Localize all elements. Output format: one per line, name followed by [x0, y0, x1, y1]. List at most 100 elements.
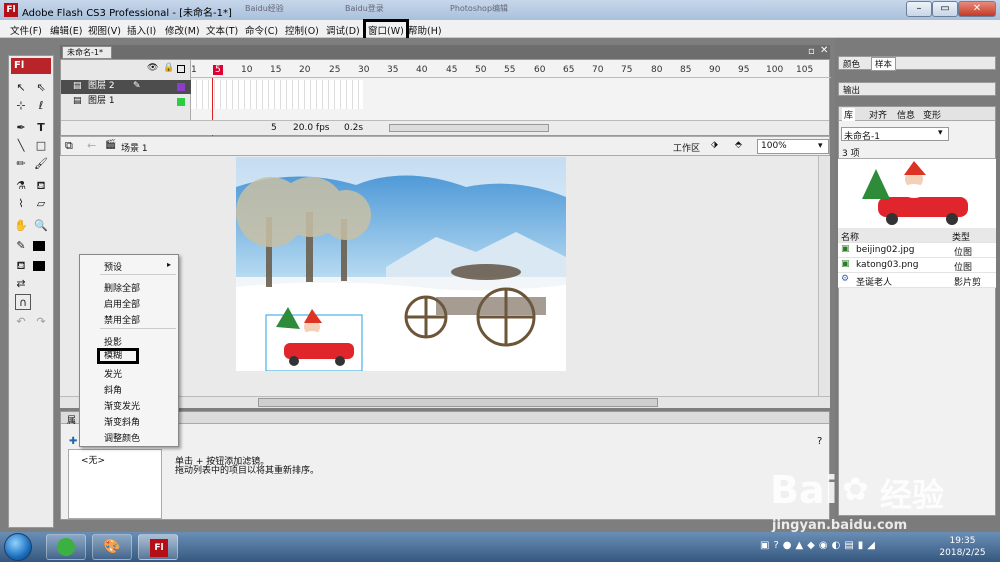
stroke-color-icon[interactable]: ✎: [13, 238, 29, 254]
subselection-tool-icon[interactable]: ⇖: [33, 80, 49, 96]
layer-2-color-icon[interactable]: [177, 83, 185, 91]
free-transform-icon[interactable]: ⊹: [13, 98, 29, 114]
menu-command[interactable]: 命令(C): [245, 23, 278, 37]
menu-control[interactable]: 控制(O): [285, 23, 319, 37]
paint-bucket-icon[interactable]: ⛾: [33, 178, 49, 194]
snap-magnet-icon[interactable]: ∩: [15, 294, 31, 310]
column-name[interactable]: 名称: [841, 230, 859, 243]
rectangle-tool-icon[interactable]: □: [33, 138, 49, 154]
stroke-swatch[interactable]: [33, 241, 45, 251]
menu-item-gradient-bevel[interactable]: 渐变斜角: [104, 415, 140, 428]
frame-grid[interactable]: [191, 80, 363, 109]
menu-file[interactable]: 文件(F): [10, 23, 42, 37]
menu-item-adjust-color[interactable]: 调整颜色: [104, 431, 140, 444]
fill-color-icon[interactable]: ⛾: [13, 258, 29, 274]
menu-item-blur[interactable]: 模糊: [97, 348, 139, 364]
menu-item-glow[interactable]: 发光: [104, 367, 122, 380]
menu-item-enable-all[interactable]: 启用全部: [104, 297, 140, 310]
brush-tool-icon[interactable]: 🖌: [33, 156, 49, 172]
zoom-select[interactable]: 100% ▾: [757, 139, 829, 154]
timeline-scrollbar[interactable]: [389, 124, 549, 132]
tab-library[interactable]: 库: [842, 108, 856, 121]
zoom-tool-icon[interactable]: 🔍: [33, 218, 49, 234]
ink-bottle-icon[interactable]: ⚗: [13, 178, 29, 194]
line-tool-icon[interactable]: ╲: [13, 138, 29, 154]
pencil-tool-icon[interactable]: ✏: [13, 156, 29, 172]
hand-tool-icon[interactable]: ✋: [13, 218, 29, 234]
menu-item-drop-shadow[interactable]: 投影: [104, 335, 122, 348]
workspace-dropdown[interactable]: 工作区: [673, 141, 700, 154]
menu-item-gradient-glow[interactable]: 渐变发光: [104, 399, 140, 412]
edit-scene-icon[interactable]: ⬘: [735, 140, 742, 150]
library-item[interactable]: ▣ beijing02.jpg 位图: [838, 243, 996, 258]
column-type[interactable]: 类型: [952, 230, 970, 243]
add-filter-icon[interactable]: ✚: [69, 436, 77, 447]
taskbar-browser-button[interactable]: [46, 534, 86, 560]
system-tray-icons[interactable]: ▣?●▲◆◉◐▤▮◢: [760, 540, 930, 554]
menu-modify[interactable]: 修改(M): [165, 23, 200, 37]
layer-1-color-icon[interactable]: [177, 98, 185, 106]
straighten-icon[interactable]: ↷: [33, 314, 49, 330]
restore-icon[interactable]: ▫: [808, 46, 815, 57]
clock[interactable]: 19:35 2018/2/25: [935, 535, 990, 559]
ruler-label: 45: [446, 65, 458, 75]
menu-view[interactable]: 视图(V): [88, 23, 121, 37]
tab-align[interactable]: 对齐: [869, 108, 887, 121]
scene-name[interactable]: 场景 1: [121, 141, 148, 154]
help-icon[interactable]: ?: [817, 436, 822, 447]
minimize-button[interactable]: –: [906, 1, 932, 17]
ruler-label: 85: [680, 65, 692, 75]
scroll-thumb[interactable]: [258, 398, 658, 407]
menu-text[interactable]: 文本(T): [206, 23, 238, 37]
eyedropper-icon[interactable]: ⌇: [13, 196, 29, 212]
vertical-scrollbar[interactable]: [818, 156, 830, 396]
outline-icon[interactable]: [177, 65, 185, 73]
library-preview: [838, 158, 996, 230]
eraser-tool-icon[interactable]: ▱: [33, 196, 49, 212]
library-document-select[interactable]: 未命名-1 ▾: [841, 127, 949, 142]
ruler-label: 60: [534, 65, 546, 75]
menu-help[interactable]: 帮助(H): [408, 23, 442, 37]
tab-transform[interactable]: 变形: [923, 108, 941, 121]
close-button[interactable]: ✕: [958, 1, 996, 17]
menu-debug[interactable]: 调试(D): [326, 23, 360, 37]
tab-swatches[interactable]: 样本: [871, 57, 897, 71]
stage-canvas[interactable]: [236, 157, 566, 371]
menu-item-delete-all[interactable]: 删除全部: [104, 281, 140, 294]
menu-item-bevel[interactable]: 斜角: [104, 383, 122, 396]
timeline-toggle-icon[interactable]: ⧉: [65, 139, 73, 153]
frame-rate[interactable]: 20.0 fps: [293, 123, 329, 133]
selection-tool-icon[interactable]: ↖: [13, 80, 29, 96]
maximize-button[interactable]: ▭: [932, 1, 958, 17]
close-doc-icon[interactable]: ✕: [820, 45, 828, 56]
lasso-tool-icon[interactable]: ℓ: [33, 98, 49, 114]
filter-list[interactable]: <无>: [68, 449, 162, 519]
library-item[interactable]: ▣ katong03.png 位图: [838, 258, 996, 273]
tab-info[interactable]: 信息: [897, 108, 915, 121]
taskbar-flash-button[interactable]: Fl: [138, 534, 178, 560]
smooth-icon[interactable]: ↶: [13, 314, 29, 330]
swap-colors-icon[interactable]: ⇄: [13, 276, 29, 292]
eye-icon[interactable]: 👁: [147, 63, 158, 73]
menu-edit[interactable]: 编辑(E): [50, 23, 82, 37]
current-frame: 5: [271, 123, 277, 133]
document-tab[interactable]: 未命名-1*: [62, 46, 112, 59]
edit-symbol-icon[interactable]: ⬗: [711, 140, 718, 150]
library-item[interactable]: ⚙ 圣诞老人 影片剪: [838, 273, 996, 288]
menu-item-presets[interactable]: 预设: [104, 260, 122, 273]
menu-insert[interactable]: 插入(I): [127, 23, 156, 37]
start-button[interactable]: [4, 533, 32, 561]
taskbar-paint-button[interactable]: 🎨: [92, 534, 132, 560]
tab-color[interactable]: 颜色: [843, 58, 860, 70]
back-arrow-icon[interactable]: ←: [87, 139, 96, 152]
text-tool-icon[interactable]: T: [33, 120, 49, 136]
menu-item-disable-all[interactable]: 禁用全部: [104, 313, 140, 326]
lock-icon[interactable]: 🔒: [163, 63, 174, 73]
tab-output[interactable]: 输出: [843, 84, 860, 96]
pen-tool-icon[interactable]: ✒: [13, 120, 29, 136]
fill-swatch[interactable]: [33, 261, 45, 271]
filter-empty-item[interactable]: <无>: [81, 453, 105, 466]
properties-tab[interactable]: 属: [67, 413, 76, 426]
frame-ruler[interactable]: 1 5 10 15 20 25 30 35 40 45 50 55 60 65 …: [191, 60, 831, 78]
playhead-label[interactable]: 5: [213, 65, 223, 75]
